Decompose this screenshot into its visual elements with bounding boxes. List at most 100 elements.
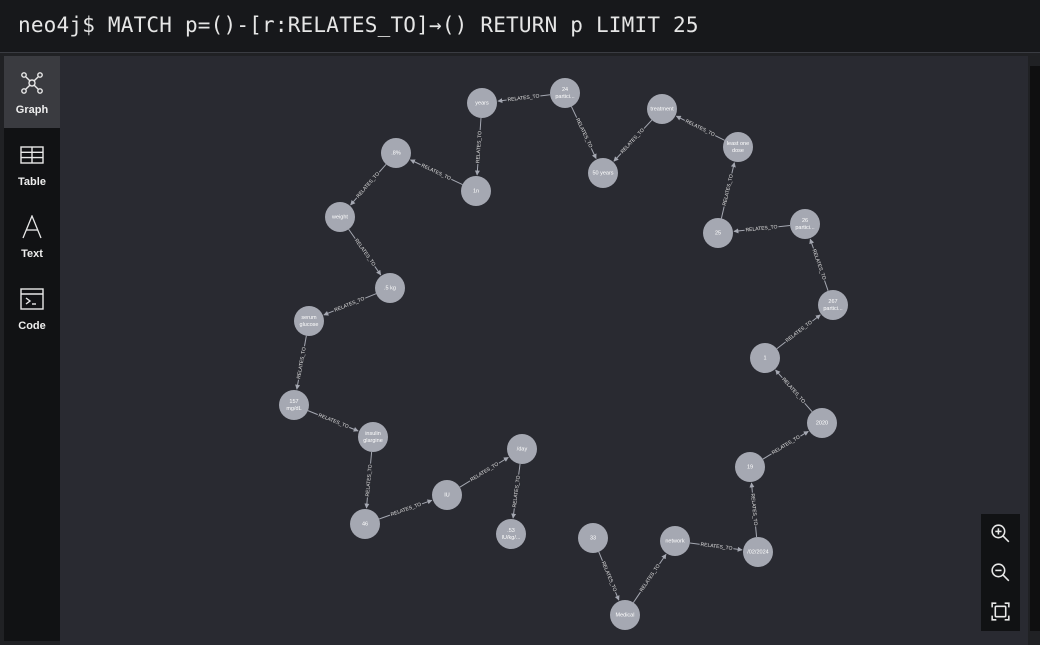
relationship-edge[interactable]: RELATES_TO	[809, 238, 829, 291]
graph-icon	[21, 72, 43, 94]
node-caption: .8%	[391, 150, 401, 156]
view-sidebar: Graph Table Text Code	[4, 56, 60, 641]
relationship-label: RELATES_TO	[745, 224, 778, 233]
relationship-label: RELATES_TO	[639, 563, 662, 593]
relationship-edge[interactable]: RELATES_TO	[350, 163, 387, 206]
node-caption: 1	[763, 355, 766, 361]
tab-text-label: Text	[21, 248, 43, 260]
graph-node[interactable]: .5 kg	[375, 273, 405, 303]
zoom-controls	[981, 514, 1020, 631]
graph-node[interactable]: /02/2024	[743, 537, 773, 567]
node-caption: 26	[802, 218, 808, 224]
relationship-edge[interactable]: RELATES_TO	[570, 106, 597, 159]
relationship-edge[interactable]: RELATES_TO	[720, 162, 736, 219]
node-caption: /day	[517, 446, 528, 452]
graph-node[interactable]: insulinglargine	[358, 422, 388, 452]
graph-node[interactable]: 33	[578, 523, 608, 553]
relationship-edge[interactable]: RELATES_TO	[733, 222, 791, 234]
fit-to-screen-button[interactable]	[988, 599, 1013, 624]
node-caption: glucose	[300, 322, 319, 328]
relationship-edge[interactable]: RELATES_TO	[510, 463, 522, 519]
relationship-edge[interactable]: RELATES_TO	[348, 228, 382, 276]
node-caption: insulin	[365, 431, 381, 437]
relationship-edge[interactable]: RELATES_TO	[307, 410, 359, 432]
node-caption: IU/kg/...	[502, 535, 521, 541]
relationship-edge[interactable]: RELATES_TO	[613, 119, 653, 162]
relationship-label: RELATES_TO	[475, 131, 483, 163]
relationship-edge[interactable]: RELATES_TO	[459, 456, 509, 488]
query-prompt: neo4j$	[18, 13, 96, 37]
graph-node[interactable]: weight	[325, 202, 355, 232]
node-caption: 19	[747, 464, 753, 470]
relationship-label: RELATES_TO	[296, 347, 308, 380]
graph-node[interactable]: 46	[350, 509, 380, 539]
node-caption: weight	[331, 214, 348, 220]
graph-visualization[interactable]: RELATES_TO RELATES_TO RELATES_TO RELATES_TO…	[60, 56, 1028, 645]
zoom-in-button[interactable]	[988, 521, 1013, 546]
tab-graph[interactable]: Graph	[4, 56, 60, 128]
graph-node[interactable]: 26partici...	[790, 209, 820, 239]
query-editor[interactable]: neo4j$ MATCH p=()-[r:RELATES_TO]→() RETU…	[18, 13, 699, 37]
node-caption: partici...	[795, 225, 815, 231]
graph-node[interactable]: 50 years	[588, 158, 618, 188]
graph-node[interactable]: 267partici...	[818, 290, 848, 320]
relationship-edge[interactable]: RELATES_TO	[497, 91, 551, 103]
relationship-edge[interactable]: RELATES_TO	[294, 335, 308, 390]
relationship-label: RELATES_TO	[469, 461, 500, 483]
graph-node[interactable]: /day	[507, 434, 537, 464]
relationship-edge[interactable]: RELATES_TO	[689, 540, 743, 552]
graph-node[interactable]: IU	[432, 480, 462, 510]
graph-node[interactable]: years	[467, 88, 497, 118]
relationship-edge[interactable]: RELATES_TO	[749, 482, 760, 538]
graph-node[interactable]: 1n	[461, 176, 491, 206]
graph-node[interactable]: Medical	[610, 600, 640, 630]
relationship-edge[interactable]: RELATES_TO	[363, 451, 374, 509]
zoom-out-button[interactable]	[988, 560, 1013, 585]
graph-node[interactable]: 2020	[807, 408, 837, 438]
zoom-out-icon	[991, 563, 1010, 582]
graph-node[interactable]: .53IU/kg/...	[496, 519, 526, 549]
tab-text[interactable]: Text	[4, 200, 60, 272]
relationship-edge[interactable]: RELATES_TO	[323, 293, 377, 316]
graph-node[interactable]: .8%	[381, 138, 411, 168]
node-caption: 1n	[473, 188, 479, 194]
relationship-edge[interactable]: RELATES_TO	[632, 553, 667, 603]
graph-node[interactable]: 24partici...	[550, 78, 580, 108]
relationship-label: RELATES_TO	[420, 163, 452, 182]
graph-node[interactable]: 25	[703, 218, 733, 248]
graph-node[interactable]: least onedose	[723, 132, 753, 162]
relationship-label: RELATES_TO	[390, 502, 422, 518]
query-bar[interactable]: neo4j$ MATCH p=()-[r:RELATES_TO]→() RETU…	[0, 0, 1040, 53]
relationship-edge[interactable]: RELATES_TO	[762, 430, 809, 460]
relationship-edge[interactable]: RELATES_TO	[473, 117, 484, 176]
graph-node[interactable]: serumglucose	[294, 306, 324, 336]
graph-node[interactable]: network	[660, 526, 690, 556]
relationship-edge[interactable]: RELATES_TO	[410, 159, 463, 186]
relationship-label: RELATES_TO	[620, 127, 646, 155]
node-caption: network	[665, 538, 685, 544]
relationship-edge[interactable]: RELATES_TO	[776, 314, 821, 350]
graph-node[interactable]: 19	[735, 452, 765, 482]
tab-table[interactable]: Table	[4, 128, 60, 200]
relationship-edge[interactable]: RELATES_TO	[675, 115, 725, 141]
relationship-edge[interactable]: RELATES_TO	[598, 551, 620, 601]
graph-canvas[interactable]: RELATES_TO RELATES_TO RELATES_TO RELATES_TO…	[60, 56, 1028, 645]
query-text[interactable]: MATCH p=()-[r:RELATES_TO]→() RETURN p LI…	[108, 13, 699, 37]
node-caption: mg/dL	[286, 406, 301, 412]
text-icon	[22, 215, 42, 239]
table-icon	[20, 146, 44, 164]
relationship-label: RELATES_TO	[507, 93, 540, 103]
graph-node[interactable]: 1	[750, 343, 780, 373]
canvas-scrollbar[interactable]	[1030, 66, 1040, 631]
relationship-label: RELATES_TO	[355, 171, 381, 199]
relationship-edge[interactable]: RELATES_TO	[775, 369, 813, 413]
graph-node[interactable]: treatment	[647, 94, 677, 124]
relationship-edge[interactable]: RELATES_TO	[378, 499, 433, 520]
node-caption: 2020	[816, 420, 828, 426]
node-caption: 50 years	[592, 170, 613, 176]
node-caption: .53	[507, 528, 515, 534]
tab-code[interactable]: Code	[4, 272, 60, 344]
node-caption: 25	[715, 230, 721, 236]
graph-node[interactable]: 157mg/dL	[279, 390, 309, 420]
relationship-label: RELATES_TO	[353, 238, 376, 268]
